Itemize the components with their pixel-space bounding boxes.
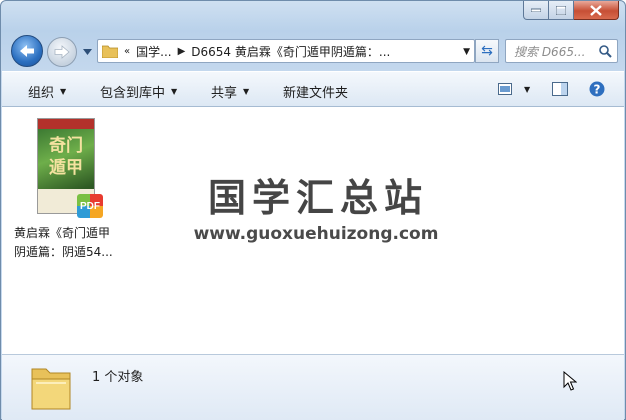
close-button[interactable]	[574, 1, 619, 20]
organize-menu[interactable]: 组织 ▼	[28, 82, 66, 101]
cover-title: 奇门遁甲	[49, 136, 83, 178]
chevron-down-icon	[82, 49, 92, 55]
maximize-icon	[556, 5, 566, 15]
breadcrumb-overflow[interactable]: «	[124, 46, 130, 57]
pdf-icon: PDF	[77, 194, 103, 218]
file-name: 黄启霖《奇门遁甲 阴遁篇：阴遁54...	[14, 226, 113, 259]
watermark-title: 国学汇总站	[207, 176, 428, 220]
item-count: 1 个对象	[92, 370, 144, 385]
recent-pages-button[interactable]	[81, 47, 93, 57]
breadcrumb-current[interactable]: D6654 黄启霖《奇门遁甲阴遁篇：...	[191, 43, 390, 60]
search-placeholder: 搜索 D665...	[514, 44, 586, 59]
search-input[interactable]: 搜索 D665...	[505, 39, 618, 63]
minimize-button[interactable]	[523, 1, 549, 20]
forward-button[interactable]	[47, 37, 77, 67]
refresh-button[interactable]: ⇆	[475, 39, 499, 63]
minimize-icon	[531, 8, 541, 12]
back-button[interactable]	[11, 35, 43, 67]
preview-pane-button[interactable]	[552, 82, 568, 96]
include-in-library-menu[interactable]: 包含到库中 ▼	[100, 82, 177, 101]
organize-label: 组织	[28, 86, 55, 101]
folder-icon	[31, 368, 71, 410]
change-view-button[interactable]: ▼	[498, 83, 530, 95]
cursor-icon	[563, 371, 577, 391]
chevron-down-icon: ▼	[60, 87, 67, 96]
command-bar: 组织 ▼ 包含到库中 ▼ 共享 ▼ 新建文件夹 ▼ ?	[2, 71, 624, 107]
pdf-badge-label: PDF	[80, 200, 100, 212]
explorer-window: « 国学... ▶ D6654 黄启霖《奇门遁甲阴遁篇：... ▼ ⇆ 搜索 D…	[0, 0, 626, 420]
close-icon	[590, 4, 602, 16]
view-icon	[498, 83, 512, 95]
breadcrumb-item[interactable]: 国学...	[136, 43, 171, 60]
refresh-icon: ⇆	[481, 43, 493, 59]
help-button[interactable]: ?	[589, 81, 605, 97]
chevron-down-icon: ▼	[171, 87, 178, 96]
new-folder-label: 新建文件夹	[283, 86, 349, 101]
share-label: 共享	[211, 86, 238, 101]
address-dropdown-icon[interactable]: ▼	[463, 47, 470, 57]
watermark-url: www.guoxuehuizong.com	[193, 224, 439, 244]
file-item-pdf[interactable]: 奇门遁甲 PDF 黄启霖《奇门遁甲 阴遁篇：阴遁54...	[14, 115, 124, 263]
address-bar[interactable]: « 国学... ▶ D6654 黄启霖《奇门遁甲阴遁篇：... ▼	[97, 39, 475, 63]
new-folder-button[interactable]: 新建文件夹	[283, 82, 348, 101]
file-list-area[interactable]: 奇门遁甲 PDF 黄启霖《奇门遁甲 阴遁篇：阴遁54... 国学汇总站 www.…	[2, 107, 624, 354]
forward-arrow-icon	[54, 45, 70, 59]
help-icon: ?	[589, 81, 605, 97]
details-pane: 1 个对象	[2, 354, 624, 420]
preview-pane-icon	[552, 82, 568, 96]
include-in-library-label: 包含到库中	[100, 86, 166, 101]
back-arrow-icon	[20, 45, 34, 57]
svg-text:?: ?	[594, 83, 601, 97]
search-icon	[599, 45, 612, 58]
chevron-down-icon: ▼	[524, 84, 531, 94]
chevron-down-icon: ▼	[243, 87, 250, 96]
caption-buttons	[523, 1, 619, 21]
breadcrumb-separator-icon[interactable]: ▶	[178, 46, 186, 57]
share-menu[interactable]: 共享 ▼	[211, 82, 249, 101]
folder-icon	[102, 45, 118, 58]
maximize-button[interactable]	[549, 1, 574, 20]
